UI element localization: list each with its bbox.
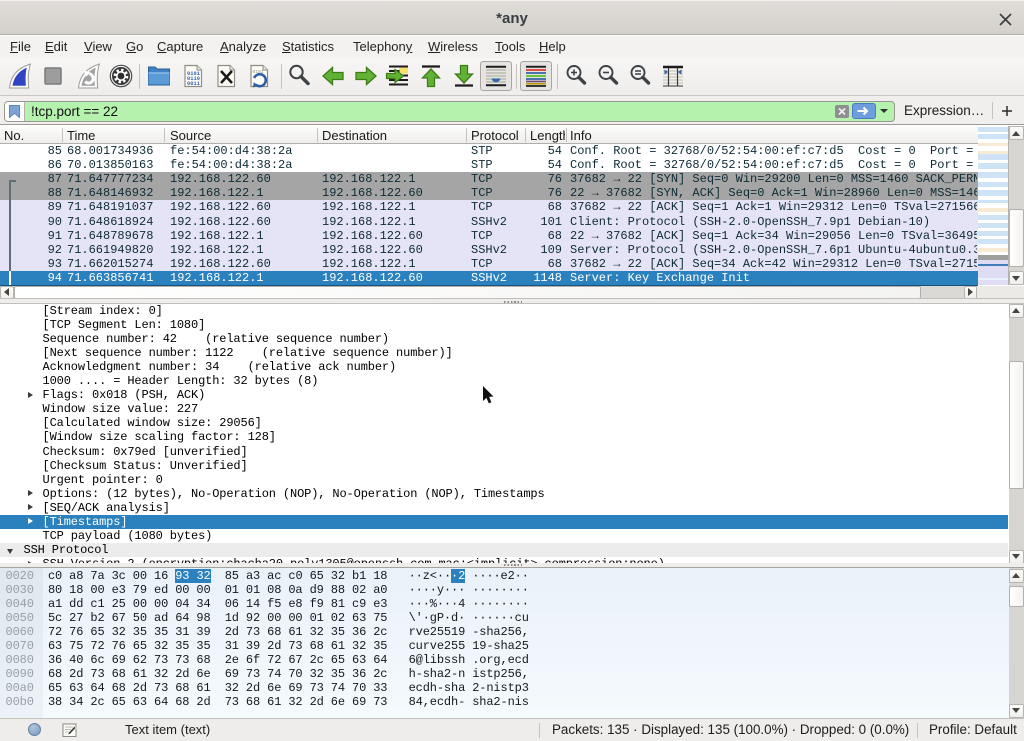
svg-text:0011: 0011 bbox=[187, 81, 200, 87]
